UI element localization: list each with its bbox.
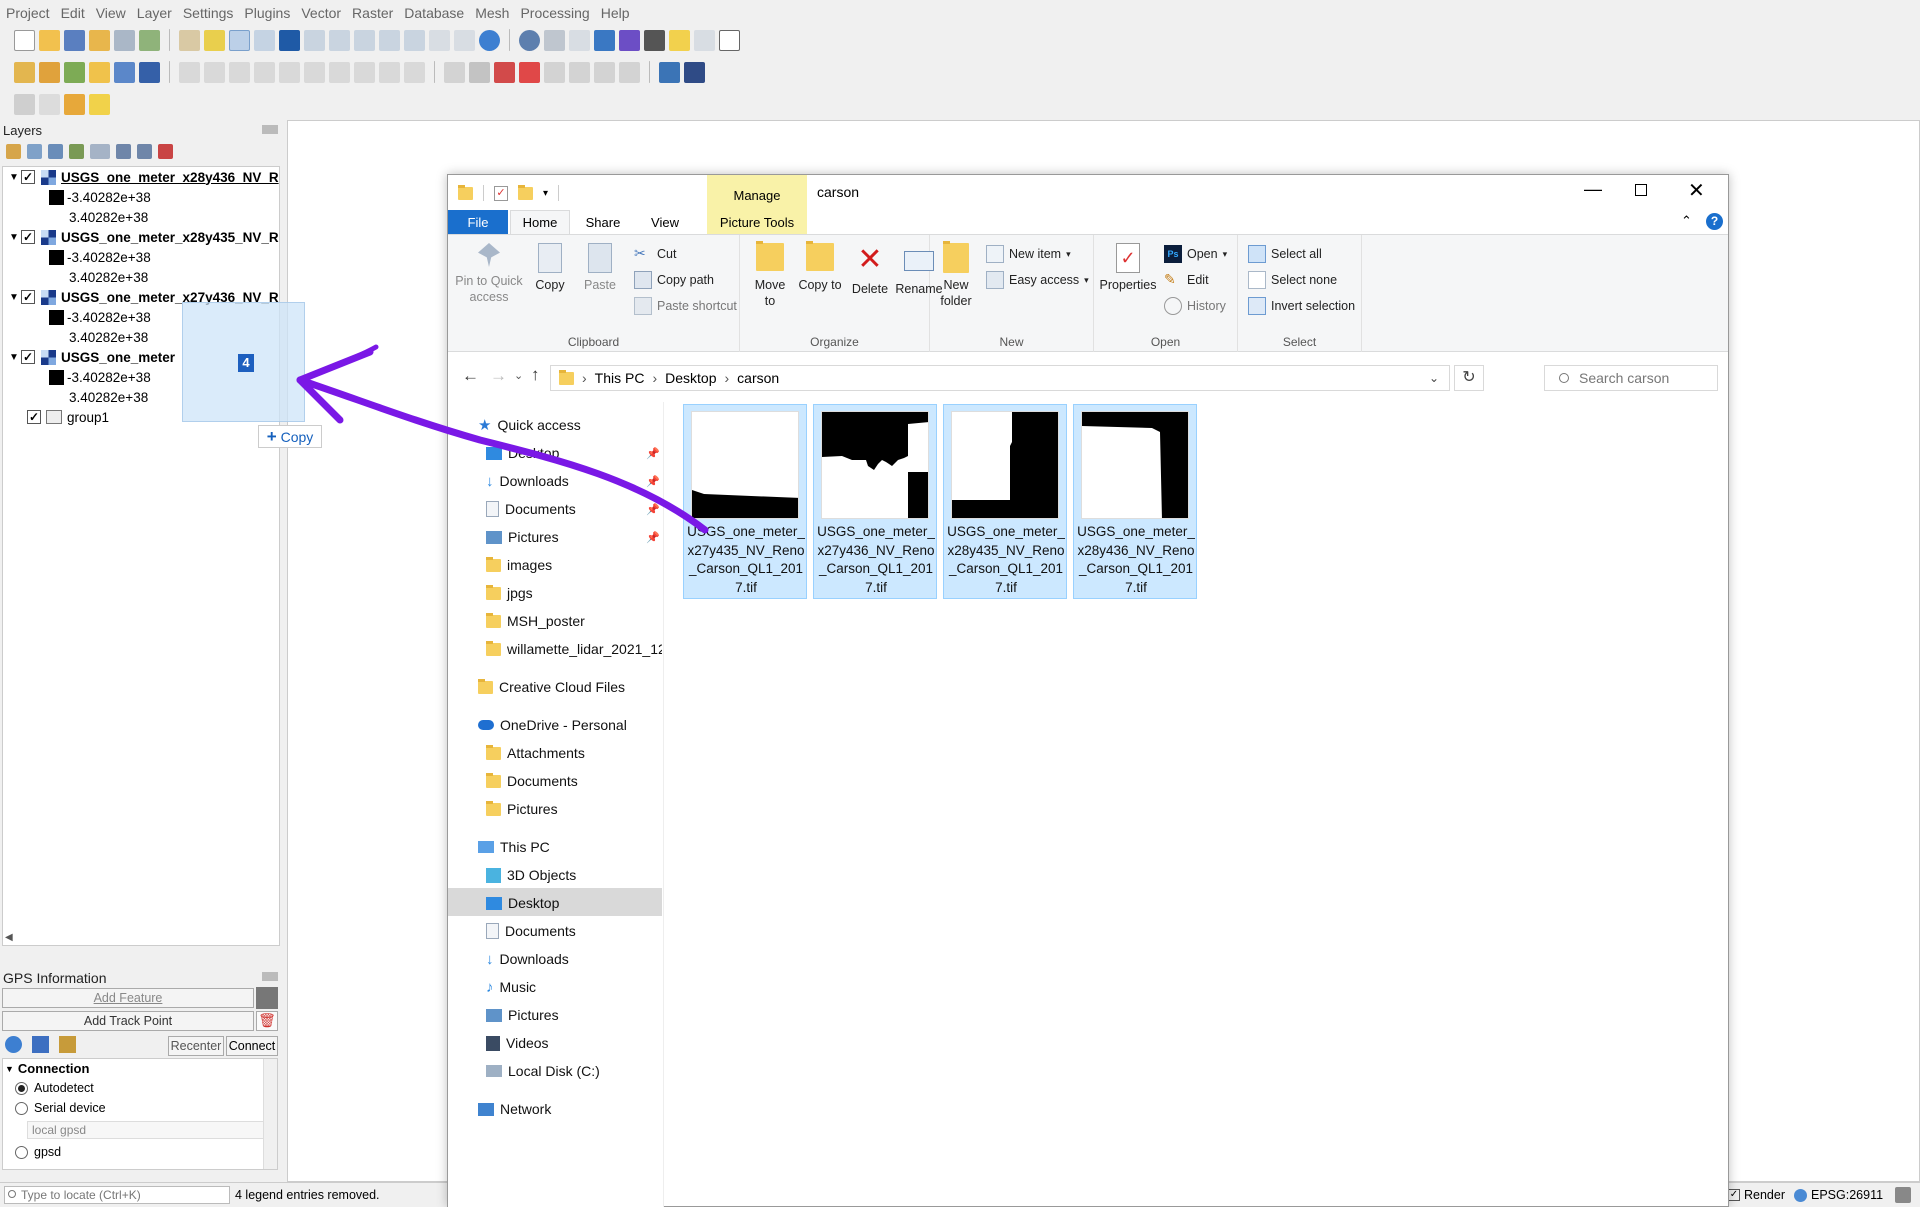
drag-arrow-annotation — [296, 344, 709, 534]
